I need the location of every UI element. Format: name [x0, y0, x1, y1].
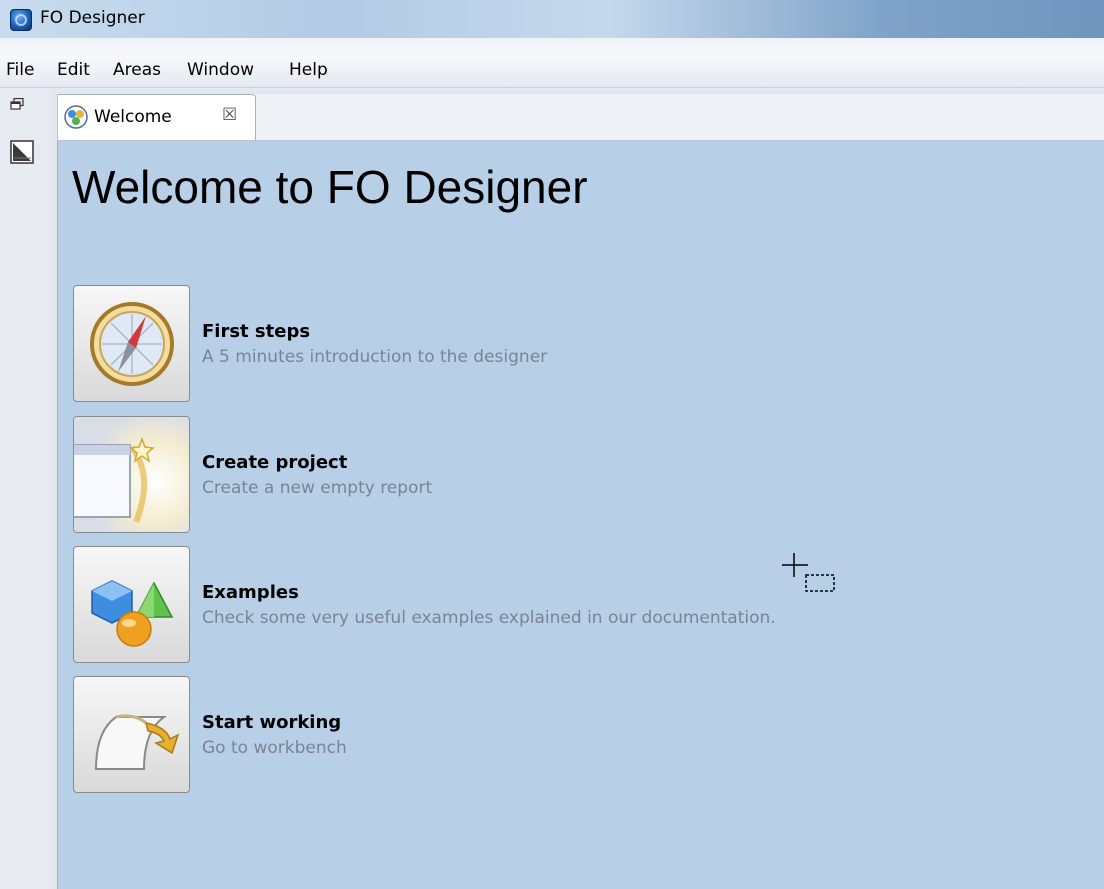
first-steps-title[interactable]: First steps: [202, 321, 310, 342]
new-project-icon: [74, 417, 189, 532]
tab-close-icon[interactable]: ☒: [222, 105, 237, 125]
tab-welcome[interactable]: Welcome ☒: [58, 94, 256, 140]
menu-bar: File Edit Areas Window Help: [0, 57, 1104, 88]
window-title: FO Designer: [40, 8, 145, 28]
page-title: Welcome to FO Designer: [72, 161, 588, 213]
left-trim-bar: [0, 88, 52, 889]
examples-title[interactable]: Examples: [202, 582, 299, 603]
create-project-description: Create a new empty report: [202, 478, 433, 498]
action-first-steps: First steps A 5 minutes introduction to …: [73, 285, 973, 402]
action-start-working: Start working Go to workbench: [73, 676, 973, 793]
first-steps-description: A 5 minutes introduction to the designer: [202, 347, 548, 367]
examples-icon: [91, 580, 174, 647]
create-project-title[interactable]: Create project: [202, 452, 347, 473]
menu-file[interactable]: File: [6, 60, 34, 80]
menu-window[interactable]: Window: [187, 60, 254, 80]
tab-welcome-label: Welcome: [94, 107, 172, 127]
welcome-icon: [64, 105, 88, 129]
start-working-title[interactable]: Start working: [202, 712, 341, 733]
menubar-spacer: [0, 38, 1104, 57]
title-bar: FO Designer: [0, 0, 1104, 38]
menu-areas[interactable]: Areas: [113, 60, 161, 80]
crosshair-cursor-icon: [782, 553, 835, 592]
examples-button[interactable]: [73, 546, 190, 663]
menu-help[interactable]: Help: [289, 60, 328, 80]
create-project-button[interactable]: [73, 416, 190, 533]
first-steps-button[interactable]: [73, 285, 190, 402]
compass-icon: [90, 302, 174, 386]
app-icon[interactable]: [10, 9, 32, 31]
start-working-description: Go to workbench: [202, 738, 347, 758]
restore-icon[interactable]: [10, 98, 24, 110]
start-working-button[interactable]: [73, 676, 190, 793]
examples-description: Check some very useful examples explaine…: [202, 608, 776, 628]
action-create-project: Create project Create a new empty report: [73, 416, 973, 533]
workbench-icon: [94, 714, 180, 770]
report-view-icon[interactable]: [10, 140, 34, 164]
menu-edit[interactable]: Edit: [57, 60, 90, 80]
editor-tab-strip: Welcome ☒: [57, 94, 1104, 141]
